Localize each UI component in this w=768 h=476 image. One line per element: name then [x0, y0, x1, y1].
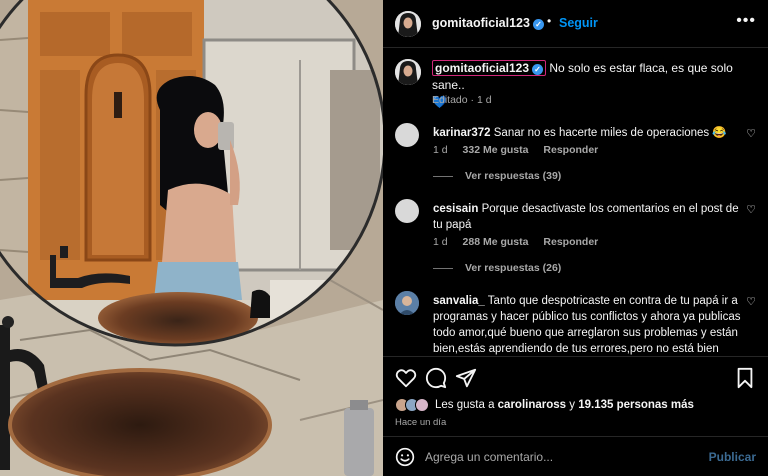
- post-header: gomitaoficial123 ✓ • Seguir •••: [383, 0, 768, 48]
- other-likers[interactable]: 19.135 personas más: [578, 399, 694, 411]
- comment-heart-icon[interactable]: ♡: [746, 203, 756, 216]
- comment-avatar[interactable]: [395, 291, 419, 315]
- comment-bubble-icon[interactable]: [425, 367, 447, 389]
- first-liker[interactable]: carolinaross: [498, 399, 566, 411]
- comment-time: 1 d: [433, 144, 448, 156]
- caption-meta: Editado · 1 d: [432, 94, 492, 106]
- more-dots-icon[interactable]: •••: [736, 12, 756, 30]
- follow-button[interactable]: Seguir: [559, 16, 598, 30]
- replies-line: [433, 267, 453, 269]
- paper-plane-icon[interactable]: [455, 367, 477, 389]
- comment-meta: 1 d 288 Me gusta Responder: [433, 236, 610, 248]
- comment-text-block: cesisain Porque desactivaste los comenta…: [433, 201, 743, 233]
- comment-avatar[interactable]: [395, 123, 419, 147]
- bookmark-icon[interactable]: [734, 367, 756, 389]
- heart-outline-icon[interactable]: [395, 367, 417, 389]
- meta-separator: ·: [470, 94, 475, 106]
- comment-heart-icon[interactable]: ♡: [746, 127, 756, 140]
- comment-likes[interactable]: 332 Me gusta: [463, 144, 529, 156]
- verified-badge-icon: ✓: [532, 19, 544, 30]
- comment-text-block: karinar372 Sanar no es hacerte miles de …: [433, 125, 743, 141]
- comment-username[interactable]: cesisain: [433, 203, 478, 215]
- separator-dot: •: [547, 14, 552, 28]
- view-replies-button[interactable]: Ver respuestas (39): [433, 170, 561, 182]
- comment-username[interactable]: karinar372: [433, 127, 491, 139]
- author-avatar[interactable]: [395, 11, 421, 37]
- comment-text: Porque desactivaste los comentarios en e…: [433, 203, 739, 231]
- comment-avatar[interactable]: [395, 199, 419, 223]
- reply-button[interactable]: Responder: [543, 144, 598, 156]
- verified-badge-icon: ✓: [532, 64, 544, 75]
- publish-button[interactable]: Publicar: [709, 450, 756, 464]
- comment-time: 1 d: [433, 236, 448, 248]
- add-comment-bar: Publicar: [383, 436, 768, 476]
- comment-input[interactable]: [425, 447, 695, 467]
- liker-avatar: [415, 398, 429, 412]
- comment-text: Sanar no es hacerte miles de operaciones…: [493, 127, 727, 139]
- comment-likes[interactable]: 288 Me gusta: [463, 236, 529, 248]
- post-side-panel: gomitaoficial123 ✓ • Seguir ••• gomitaofi…: [383, 0, 768, 476]
- reply-button[interactable]: Responder: [543, 236, 598, 248]
- comment-username[interactable]: sanvalia_: [433, 295, 485, 307]
- caption-author[interactable]: gomitaoficial123 ✓: [432, 60, 547, 76]
- comments-scroll-area[interactable]: gomitaoficial123 ✓ No solo es estar flaca…: [383, 49, 768, 355]
- post-image: [0, 0, 383, 476]
- replies-line: [433, 175, 453, 177]
- smiley-icon[interactable]: [395, 447, 415, 467]
- caption-avatar[interactable]: [395, 59, 421, 85]
- caption-time: 1 d: [476, 94, 492, 106]
- post-timestamp[interactable]: Hace un día: [395, 417, 446, 428]
- author-username[interactable]: gomitaoficial123 ✓: [432, 16, 544, 30]
- edited-label: Editado: [432, 94, 468, 106]
- view-replies-button[interactable]: Ver respuestas (26): [433, 262, 561, 274]
- post-photo: [0, 0, 383, 476]
- comment-heart-icon[interactable]: ♡: [746, 295, 756, 308]
- likes-summary[interactable]: Les gusta a carolinaross y 19.135 person…: [435, 399, 694, 411]
- comment-meta: 1 d 332 Me gusta Responder: [433, 144, 610, 156]
- comment-text-block: sanvalia_ Tanto que despotricaste en con…: [433, 293, 743, 355]
